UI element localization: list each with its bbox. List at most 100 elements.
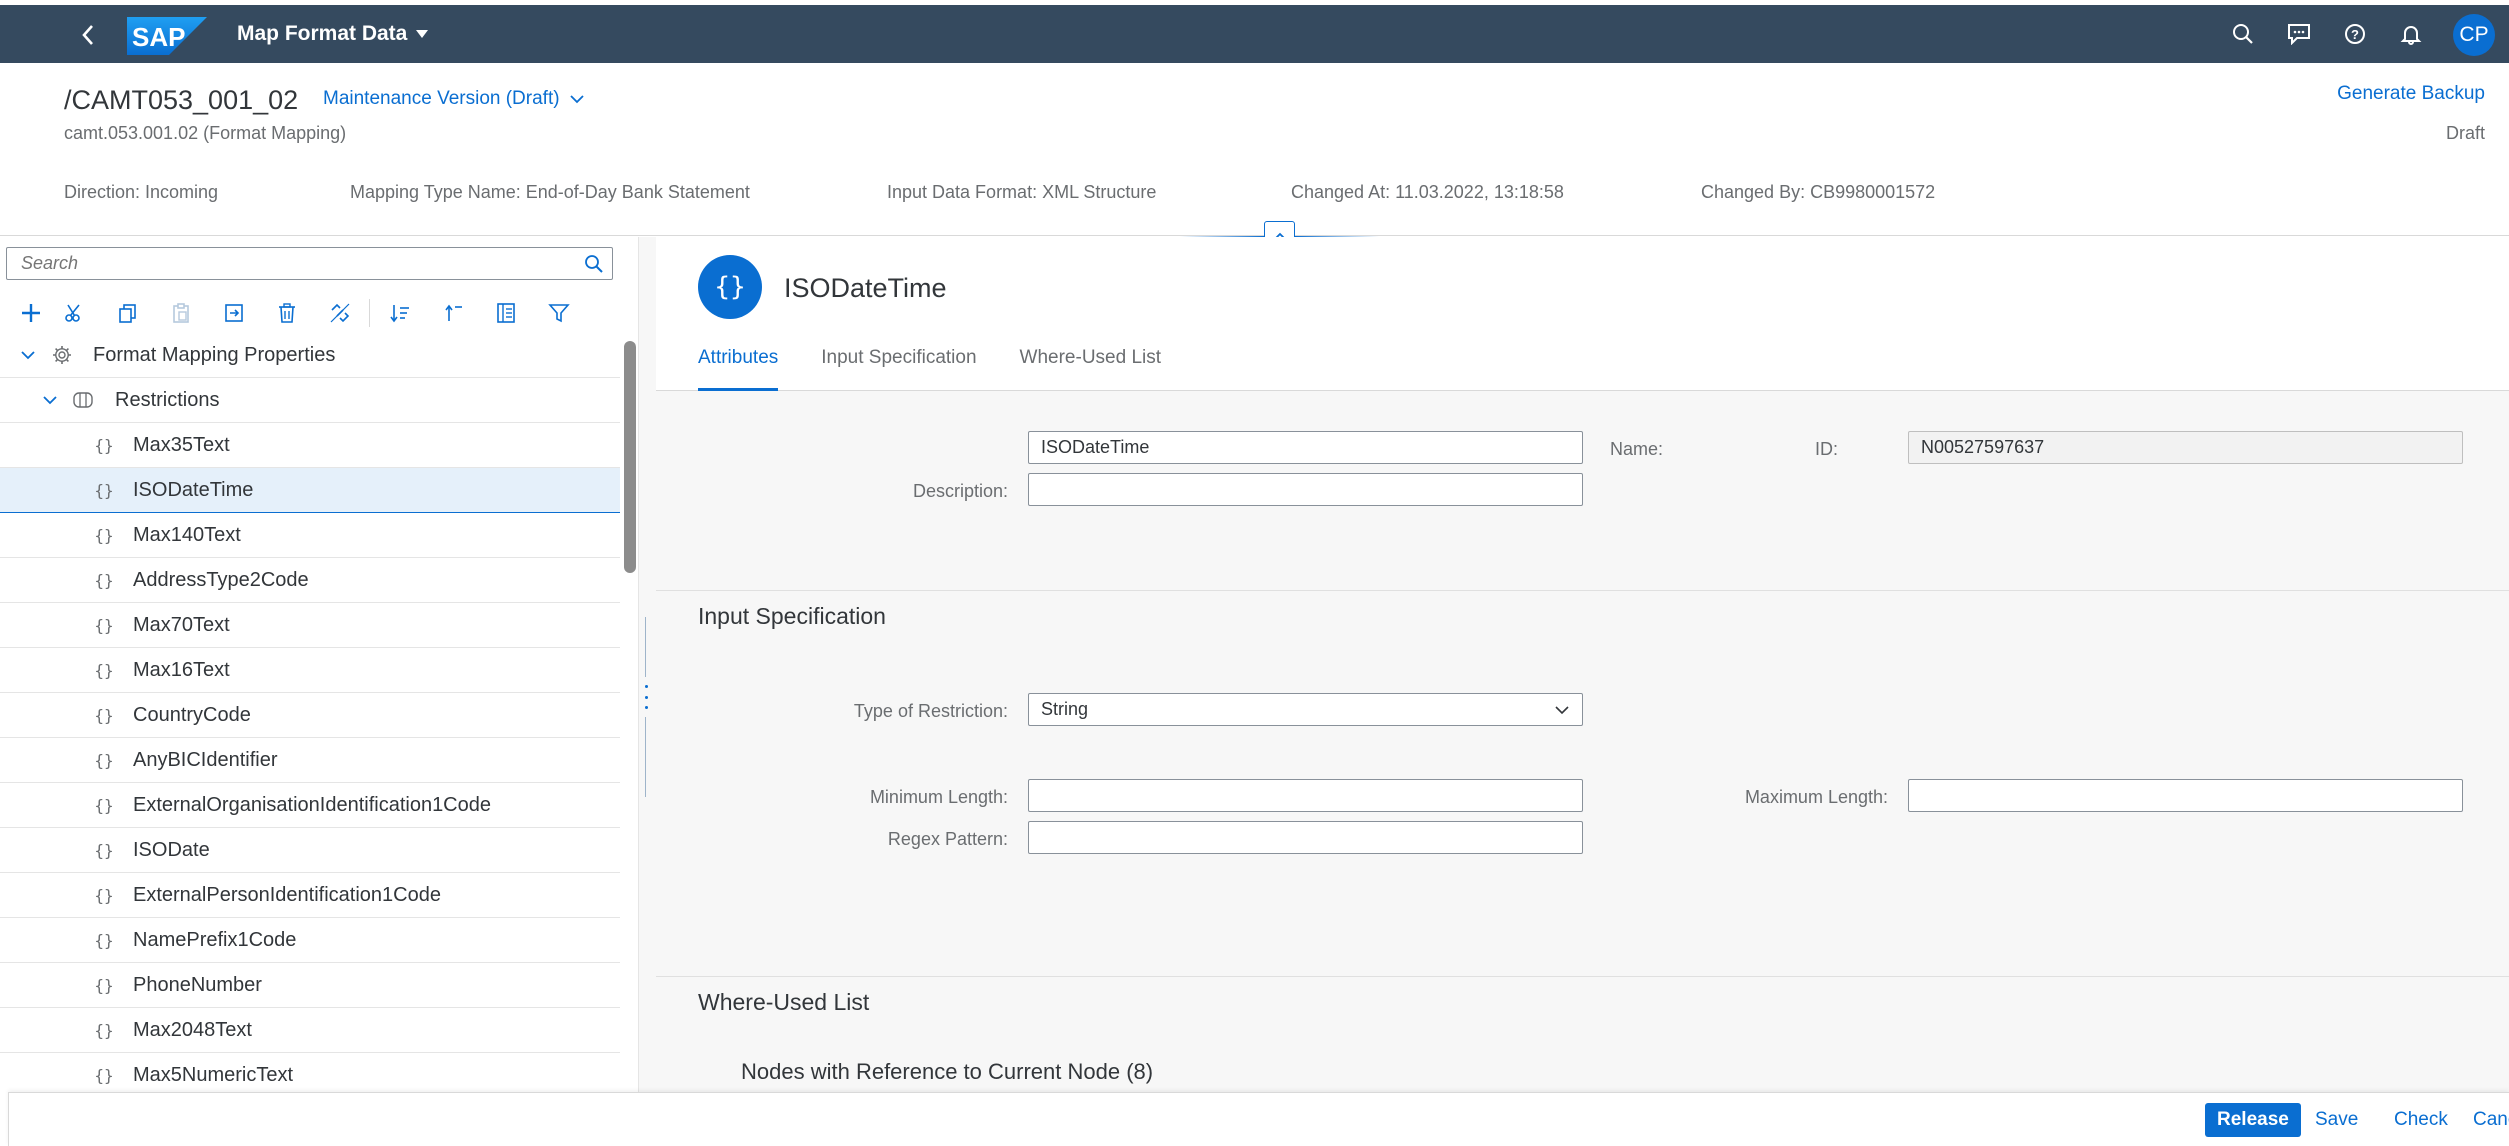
footer-toolbar: Release Save Check Canc xyxy=(8,1092,2509,1146)
braces-icon: {} xyxy=(94,705,114,725)
sap-logo[interactable]: SAP xyxy=(127,17,207,55)
feedback-button[interactable] xyxy=(2271,5,2327,63)
description-field[interactable] xyxy=(1028,473,1583,506)
save-button[interactable]: Save xyxy=(2315,1103,2358,1137)
header-attribute-direction: Direction: Incoming xyxy=(64,182,219,202)
gear-icon xyxy=(50,343,74,367)
id-field: N00527597637 xyxy=(1908,431,2463,464)
table-view-icon xyxy=(496,303,515,323)
notifications-button[interactable] xyxy=(2383,5,2439,63)
version-selector[interactable]: Maintenance Version (Draft) xyxy=(323,88,584,110)
search-button[interactable] xyxy=(2215,5,2271,63)
version-label: Maintenance Version (Draft) xyxy=(323,88,560,109)
tree-item-label: NamePrefix1Code xyxy=(133,928,297,951)
search-icon[interactable] xyxy=(582,252,606,276)
tree-item[interactable]: {} PhoneNumber xyxy=(0,963,620,1008)
braces-icon: {} xyxy=(94,480,114,500)
tree-item-label: Max5NumericText xyxy=(133,1063,294,1086)
regex-pattern-field[interactable] xyxy=(1028,821,1583,854)
tree-item[interactable]: {} Max2048Text xyxy=(0,1008,620,1053)
delete-button[interactable] xyxy=(260,295,313,331)
check-button[interactable]: Check xyxy=(2394,1103,2448,1137)
braces-icon: {} xyxy=(94,435,114,455)
minimum-length-field[interactable] xyxy=(1028,779,1583,812)
detail-tabs: Attributes Input Specification Where-Use… xyxy=(698,347,1204,391)
tree-item-label: CountryCode xyxy=(133,703,251,726)
generate-backup-link[interactable]: Generate Backup xyxy=(2337,83,2485,105)
tree-item[interactable]: {} NamePrefix1Code xyxy=(0,918,620,963)
braces-icon: {} xyxy=(94,975,114,995)
tab-input-specification[interactable]: Input Specification xyxy=(821,347,976,391)
duplicate-button[interactable] xyxy=(207,295,260,331)
tree-item[interactable]: {} Max140Text xyxy=(0,513,620,558)
add-button[interactable] xyxy=(14,295,48,331)
type-of-restriction-value: String xyxy=(1041,699,1089,719)
add-icon xyxy=(22,304,40,322)
chevron-down-icon[interactable] xyxy=(40,390,60,410)
cut-button[interactable] xyxy=(48,295,101,331)
chevron-left-icon xyxy=(82,25,93,45)
type-of-restriction-select[interactable]: String xyxy=(1028,693,1583,726)
tree-item-label: Max16Text xyxy=(133,658,230,681)
detail-panel: {} ISODateTime Attributes Input Specific… xyxy=(656,237,2509,1092)
tree-item[interactable]: {} AnyBICIdentifier xyxy=(0,738,620,783)
tree-root-label: Format Mapping Properties xyxy=(93,343,336,366)
svg-text:?: ? xyxy=(2351,27,2359,42)
shell-bar: SAP Map Format Data ? CP xyxy=(0,5,2509,63)
tree-group-label: Restrictions xyxy=(115,388,220,411)
bell-icon xyxy=(2400,26,2422,45)
braces-icon: {} xyxy=(94,1020,114,1040)
scrollbar-thumb[interactable] xyxy=(624,341,636,573)
sap-logo-text: SAP xyxy=(132,22,185,52)
tree-item[interactable]: {} ISODateTime xyxy=(0,468,620,513)
collapse-all-button[interactable] xyxy=(426,295,479,331)
tree-item-label: Max70Text xyxy=(133,613,230,636)
unlink-icon xyxy=(330,303,349,323)
search-input[interactable] xyxy=(21,248,561,279)
help-button[interactable]: ? xyxy=(2327,5,2383,63)
tree-item[interactable]: {} Max16Text xyxy=(0,648,620,693)
description-label: Description: xyxy=(912,481,1008,501)
maximum-length-field[interactable] xyxy=(1908,779,2463,812)
tree-item[interactable]: {} AddressType2Code xyxy=(0,558,620,603)
cancel-button[interactable]: Canc xyxy=(2473,1103,2509,1137)
name-field[interactable]: ISODateTime xyxy=(1028,431,1583,464)
filter-button[interactable] xyxy=(532,295,585,331)
paste-button[interactable] xyxy=(154,295,207,331)
tree-item[interactable]: {} Max70Text xyxy=(0,603,620,648)
expand-all-button[interactable] xyxy=(373,295,426,331)
tree-row-root[interactable]: Format Mapping Properties xyxy=(0,333,620,378)
tab-where-used-list[interactable]: Where-Used List xyxy=(1020,347,1162,391)
tree-item[interactable]: {} ExternalOrganisationIdentification1Cod… xyxy=(0,783,620,828)
tree-item-label: ISODateTime xyxy=(133,478,254,501)
details-button[interactable] xyxy=(479,295,532,331)
tree-item[interactable]: {} CountryCode xyxy=(0,693,620,738)
tree-panel: Format Mapping Properties Restrictions {… xyxy=(0,237,638,1092)
duplicate-icon xyxy=(224,304,243,322)
tree-item[interactable]: {} ExternalPersonIdentification1Code xyxy=(0,873,620,918)
search-icon xyxy=(2233,24,2253,44)
tree-row-restrictions[interactable]: Restrictions xyxy=(0,378,620,423)
chevron-down-icon[interactable] xyxy=(1552,700,1572,720)
tree-item[interactable]: {} Max35Text xyxy=(0,423,620,468)
tree-search[interactable] xyxy=(6,247,613,280)
splitter-grip[interactable] xyxy=(641,685,651,709)
app-title-menu[interactable]: Map Format Data xyxy=(237,22,429,46)
tab-attributes[interactable]: Attributes xyxy=(698,347,779,391)
release-button[interactable]: Release xyxy=(2205,1103,2301,1137)
name-label: Name: xyxy=(1609,439,1663,459)
tree-item[interactable]: {} ISODate xyxy=(0,828,620,873)
header-attribute-input-format: Input Data Format: XML Structure xyxy=(887,182,1157,202)
unlink-button[interactable] xyxy=(313,295,366,331)
braces-icon: {} xyxy=(94,1065,114,1085)
tree-item[interactable]: {} Max5NumericText xyxy=(0,1053,620,1092)
copy-button[interactable] xyxy=(101,295,154,331)
feedback-icon xyxy=(2288,24,2310,45)
chevron-down-icon[interactable] xyxy=(18,345,38,365)
tree-scrollbar[interactable] xyxy=(620,333,638,1092)
user-avatar[interactable]: CP xyxy=(2453,14,2495,56)
back-button[interactable] xyxy=(72,19,104,51)
caret-down-icon xyxy=(416,30,429,38)
braces-icon: {} xyxy=(94,795,114,815)
pane-splitter[interactable] xyxy=(638,237,656,1092)
